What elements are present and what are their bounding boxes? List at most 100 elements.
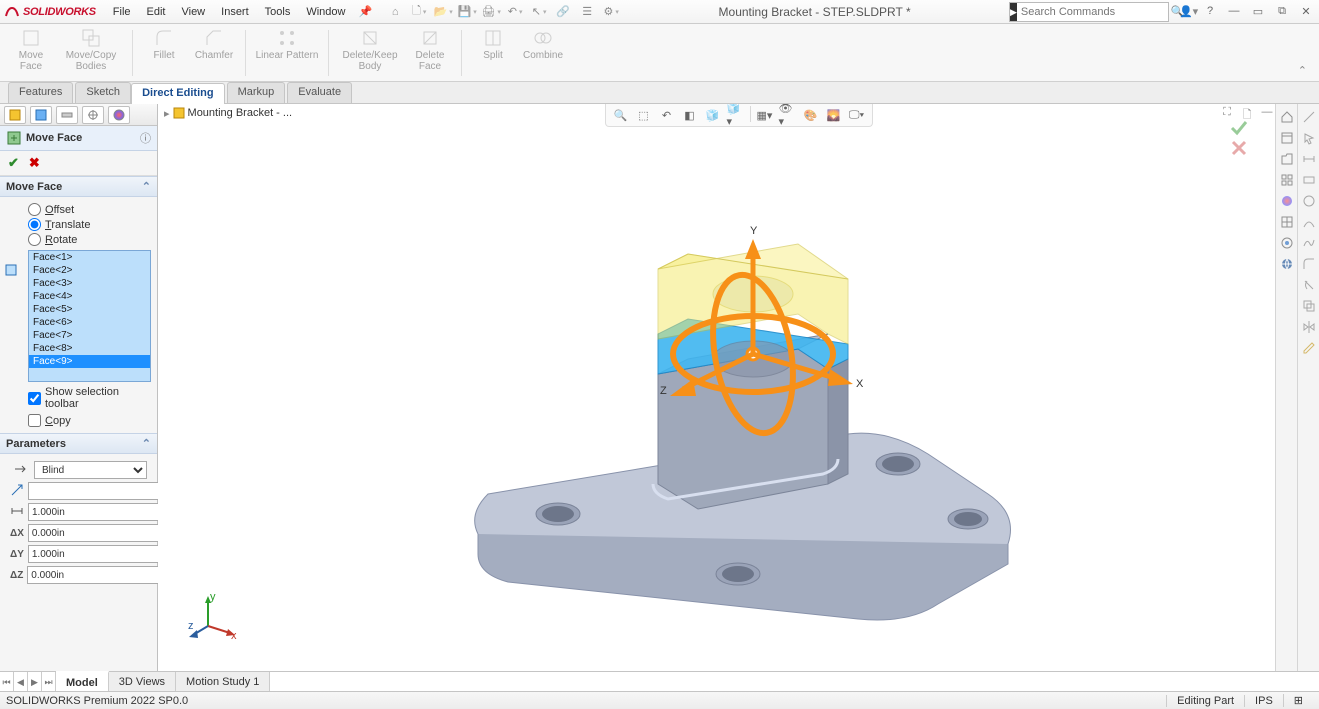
settings-gear-icon[interactable]: ⚙ [602, 3, 620, 21]
status-custom-icon[interactable]: ⊞ [1283, 694, 1313, 707]
re-dimension-icon[interactable] [1300, 150, 1318, 168]
restore-icon[interactable]: ▭ [1249, 5, 1267, 18]
tp-design-library-icon[interactable] [1278, 129, 1296, 147]
re-line-icon[interactable] [1300, 108, 1318, 126]
display-style-icon[interactable]: ▦▾ [756, 106, 774, 124]
re-mirror-icon[interactable] [1300, 318, 1318, 336]
pm-tab-feature-tree[interactable] [4, 106, 26, 124]
tab-evaluate[interactable]: Evaluate [287, 82, 352, 103]
zoom-fit-icon[interactable]: 🔍 [612, 106, 630, 124]
new-doc-icon[interactable]: 🗋 [410, 3, 428, 21]
print-icon[interactable]: 🖨 [482, 3, 500, 21]
previous-view-icon[interactable]: ↶ [658, 106, 676, 124]
maximize-icon[interactable]: ⧉ [1273, 5, 1291, 18]
flyout-feature-tree[interactable]: ▸ Mounting Bracket - ... [164, 106, 292, 120]
menu-view[interactable]: View [174, 4, 212, 20]
rb-combine[interactable]: Combine [518, 26, 568, 61]
re-offset-icon[interactable] [1300, 297, 1318, 315]
list-item[interactable]: Face<9> [29, 355, 150, 368]
tab-direct-editing[interactable]: Direct Editing [131, 83, 225, 104]
rb-split[interactable]: Split [468, 26, 518, 61]
direction-ref-input[interactable] [28, 482, 168, 500]
tp-appearances-icon[interactable] [1278, 192, 1296, 210]
menu-tools[interactable]: Tools [258, 4, 298, 20]
list-item[interactable]: Face<6> [29, 316, 150, 329]
tp-custom-props-icon[interactable] [1278, 213, 1296, 231]
minimize-icon[interactable]: — [1225, 5, 1243, 18]
re-circle-icon[interactable] [1300, 192, 1318, 210]
rb-delete-keep-body[interactable]: Delete/KeepBody [335, 26, 405, 72]
tp-file-explorer-icon[interactable] [1278, 150, 1296, 168]
pm-section-parameters[interactable]: Parameters ⌃ [0, 433, 157, 454]
btab-model[interactable]: Model [56, 671, 109, 691]
tp-view-palette-icon[interactable] [1278, 171, 1296, 189]
menu-edit[interactable]: Edit [140, 4, 173, 20]
rb-move-copy-bodies[interactable]: Move/CopyBodies [56, 26, 126, 72]
re-arc-icon[interactable] [1300, 213, 1318, 231]
checkbox-show-selection-toolbar[interactable]: Show selection toolbar [28, 386, 151, 410]
help-icon[interactable]: ? [1201, 5, 1219, 18]
graphics-area[interactable]: ▸ Mounting Bracket - ... 🔍 ⬚ ↶ ◧ 🧊 🧊▾ ▦▾… [158, 104, 1319, 671]
list-item[interactable]: Face<3> [29, 277, 150, 290]
command-search[interactable]: ▶ 🔍 ▾ [1009, 2, 1169, 22]
pm-tab-config-mgr[interactable] [56, 106, 78, 124]
re-trim-icon[interactable] [1300, 276, 1318, 294]
section-view-icon[interactable]: ◧ [681, 106, 699, 124]
list-item[interactable]: Face<4> [29, 290, 150, 303]
close-icon[interactable]: ✕ [1297, 5, 1315, 18]
status-units[interactable]: IPS [1244, 695, 1283, 707]
re-select-icon[interactable] [1300, 129, 1318, 147]
btab-3d-views[interactable]: 3D Views [109, 672, 176, 691]
re-fillet-icon[interactable] [1300, 255, 1318, 273]
list-item[interactable]: Face<5> [29, 303, 150, 316]
search-run-icon[interactable]: ▶ [1010, 3, 1017, 21]
apply-scene-icon[interactable]: 🌄 [825, 106, 843, 124]
tab-sketch[interactable]: Sketch [75, 82, 131, 103]
re-pencil-icon[interactable] [1300, 339, 1318, 357]
direction-ref-icon[interactable] [10, 483, 24, 497]
user-icon[interactable]: 👤 [1177, 5, 1195, 18]
menu-window[interactable]: Window [299, 4, 352, 20]
confirmation-corner-cancel-icon[interactable] [1229, 138, 1249, 158]
tab-markup[interactable]: Markup [227, 82, 286, 103]
btab-first-icon[interactable]: ⏮ [0, 672, 14, 691]
options-list-icon[interactable]: ☰ [578, 3, 596, 21]
list-item[interactable]: Face<8> [29, 342, 150, 355]
distance-input[interactable] [28, 503, 168, 521]
reverse-direction-icon[interactable] [13, 462, 27, 476]
re-spline-icon[interactable] [1300, 234, 1318, 252]
menu-insert[interactable]: Insert [214, 4, 256, 20]
pm-cancel-icon[interactable]: ✖ [29, 155, 40, 171]
end-condition-select[interactable]: Blind [34, 461, 147, 479]
undo-icon[interactable]: ↶ [506, 3, 524, 21]
dy-input[interactable] [28, 545, 168, 563]
search-input[interactable] [1017, 6, 1167, 18]
list-item[interactable]: Face<2> [29, 264, 150, 277]
pm-tab-dimxpert[interactable] [82, 106, 104, 124]
3d-model-view[interactable]: Y X Z [368, 144, 1068, 624]
radio-translate[interactable]: Translate [28, 218, 151, 231]
btab-last-icon[interactable]: ⏭ [42, 672, 56, 691]
rb-linear-pattern[interactable]: Linear Pattern [252, 26, 322, 61]
btab-prev-icon[interactable]: ◀ [14, 672, 28, 691]
tab-features[interactable]: Features [8, 82, 73, 103]
btab-next-icon[interactable]: ▶ [28, 672, 42, 691]
view-orientation-icon[interactable]: 🧊▾ [727, 106, 745, 124]
hide-show-icon[interactable]: 👁▾ [779, 106, 797, 124]
btab-motion-study[interactable]: Motion Study 1 [176, 672, 270, 691]
menu-file[interactable]: File [106, 4, 138, 20]
orientation-triad[interactable]: y x z [188, 591, 238, 641]
confirmation-corner-ok-icon[interactable] [1229, 118, 1249, 138]
viewport-min-icon[interactable]: — [1259, 106, 1275, 122]
expand-icon[interactable]: ▸ [164, 107, 170, 120]
dx-input[interactable] [28, 524, 168, 542]
ribbon-collapse-icon[interactable]: ⌃ [1292, 62, 1313, 79]
save-icon[interactable]: 💾 [458, 3, 476, 21]
radio-rotate[interactable]: Rotate [28, 233, 151, 246]
list-item[interactable]: Face<1> [29, 251, 150, 264]
tp-forum-icon[interactable] [1278, 234, 1296, 252]
select-icon[interactable]: ↖ [530, 3, 548, 21]
pm-tab-display-mgr[interactable] [108, 106, 130, 124]
zoom-area-icon[interactable]: ⬚ [635, 106, 653, 124]
pin-menu-icon[interactable]: 📌 [358, 5, 372, 18]
